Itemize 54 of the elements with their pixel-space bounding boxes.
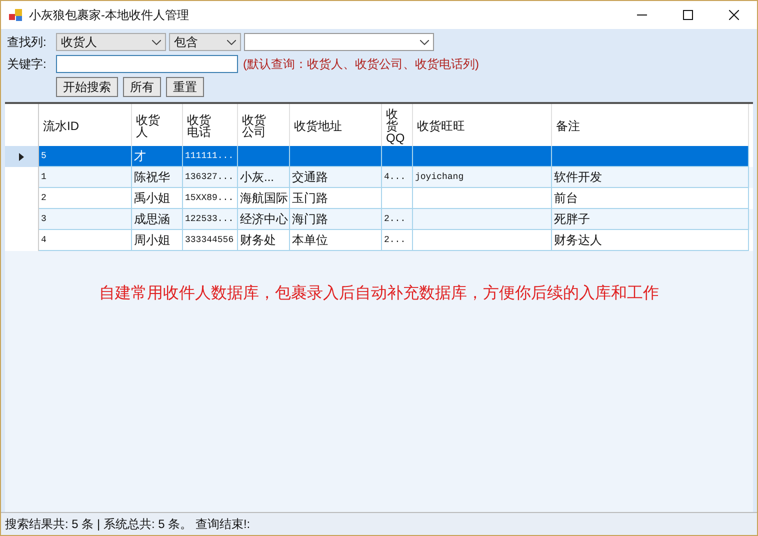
action-button[interactable]: 开始搜索 xyxy=(56,77,118,97)
table-cell: 玉门路 xyxy=(292,190,328,206)
table-cell: 111111... xyxy=(185,151,234,161)
table-cell: 122533... xyxy=(185,214,234,224)
column-dropdown[interactable]: 收货人 xyxy=(56,33,166,51)
table-cell: 经济中心 xyxy=(240,210,288,228)
table-cell: 3 xyxy=(41,214,46,224)
table-cell: 交通路 xyxy=(292,168,328,186)
table-cell: 成思涵 xyxy=(134,210,170,228)
table-cell: 136327... xyxy=(185,172,234,182)
operator-dropdown[interactable]: 包含 xyxy=(169,33,241,51)
table-cell: joyichang xyxy=(415,172,464,182)
table-cell: 死胖子 xyxy=(554,210,590,228)
status-text: 搜索结果共: 5 条 | 系统总共: 5 条。 查询结束!: xyxy=(5,516,250,532)
table-cell: 软件开发 xyxy=(554,168,602,186)
table-cell: 2 xyxy=(41,193,46,203)
keyword-field[interactable] xyxy=(56,55,238,73)
chevron-icon xyxy=(420,40,429,44)
current-row-icon xyxy=(19,152,24,160)
action-button[interactable]: 所有 xyxy=(123,77,161,97)
search-column-label: 查找列: xyxy=(7,34,48,50)
table-cell: 周小姐 xyxy=(134,232,170,248)
table-cell: 财务达人 xyxy=(554,232,602,248)
table-cell: 4... xyxy=(384,172,406,182)
table-cell: 前台 xyxy=(554,190,578,206)
table-cell: 本单位 xyxy=(292,232,328,248)
search-hint: (默认查询：收货人、收货公司、收货电话列) xyxy=(243,56,479,72)
table-row[interactable]: 4 周小姐 333344556 财务处 本单位 2... 财务达人 xyxy=(5,230,753,251)
chevron-icon xyxy=(227,40,236,44)
maximize-icon[interactable] xyxy=(683,10,693,20)
table-cell: 海航国际 xyxy=(240,190,288,206)
table-cell: 小灰... xyxy=(240,168,274,186)
table-cell: 333344556 xyxy=(185,235,234,245)
close-icon[interactable] xyxy=(729,10,739,20)
table-cell: 2... xyxy=(384,214,406,224)
keyword-label: 关键字: xyxy=(7,56,48,72)
table-cell: 陈祝华 xyxy=(134,168,170,186)
table-cell: 4 xyxy=(41,235,46,245)
table-cell: 财务处 xyxy=(240,232,276,248)
app-icon xyxy=(9,8,23,22)
table-row[interactable]: 2 禹小姐 15XX89... 海航国际 玉门路 前台 xyxy=(5,188,753,209)
value-dropdown[interactable] xyxy=(244,33,434,51)
table-cell: 5 xyxy=(41,151,46,161)
table-cell: 海门路 xyxy=(292,210,328,228)
table-cell: 2... xyxy=(384,235,406,245)
notice-text: 自建常用收件人数据库，包裹录入后自动补充数据库，方便你后续的入库和工作 xyxy=(99,284,659,303)
table-cell: 1 xyxy=(41,172,46,182)
table-row[interactable]: 5 才 111111... xyxy=(5,146,753,167)
window-title: 小灰狼包裹家-本地收件人管理 xyxy=(29,6,189,24)
action-button[interactable]: 重置 xyxy=(166,77,204,97)
table-cell: 禹小姐 xyxy=(134,190,170,206)
table-cell: 才 xyxy=(134,148,146,164)
table-cell: 15XX89... xyxy=(185,193,234,203)
chevron-icon xyxy=(152,40,161,44)
